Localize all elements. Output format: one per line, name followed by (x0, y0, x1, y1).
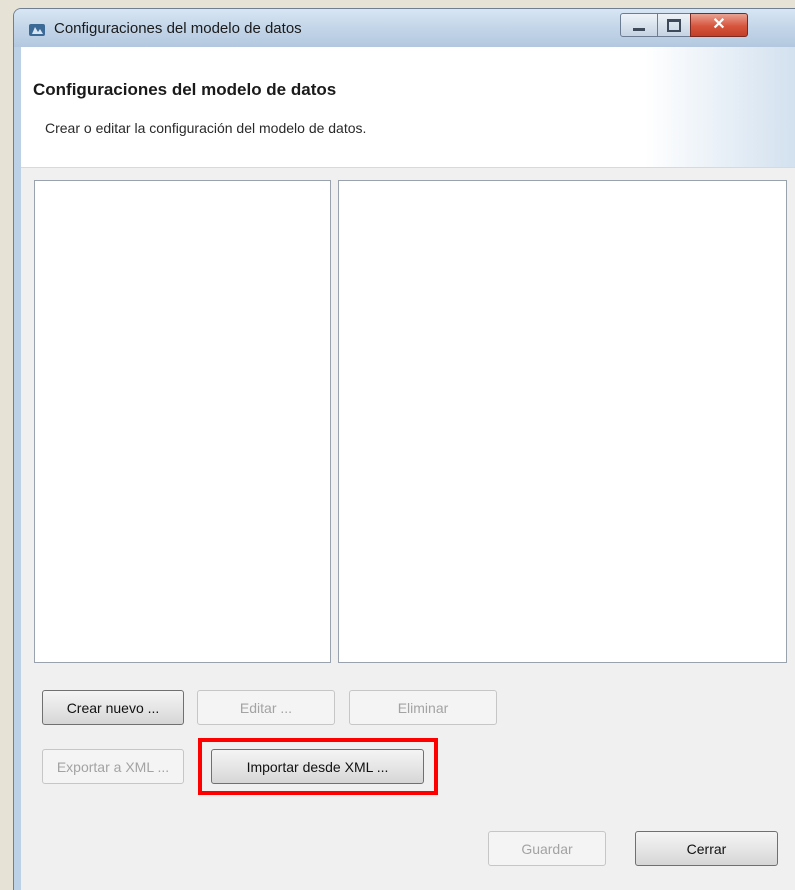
close-button[interactable]: Cerrar (635, 831, 778, 866)
save-button[interactable]: Guardar (488, 831, 606, 866)
app-icon (29, 24, 45, 36)
dialog-header: Configuraciones del modelo de datos Crea… (21, 47, 795, 168)
minimize-button[interactable] (620, 13, 658, 37)
maximize-button[interactable] (657, 13, 691, 37)
delete-button[interactable]: Eliminar (349, 690, 497, 725)
dialog-window: Configuraciones del modelo de datos ✕ Co… (13, 8, 795, 890)
highlight-box (198, 738, 438, 795)
export-xml-button[interactable]: Exportar a XML ... (42, 749, 184, 784)
configuration-details-panel[interactable] (338, 180, 787, 663)
edit-button[interactable]: Editar ... (197, 690, 335, 725)
window-title: Configuraciones del modelo de datos (54, 20, 302, 37)
maximize-icon (667, 18, 681, 32)
header-banner (645, 47, 795, 167)
close-window-button[interactable]: ✕ (690, 13, 748, 37)
page-description: Crear o editar la configuración del mode… (45, 120, 367, 136)
minimize-icon (633, 28, 645, 31)
title-bar[interactable]: Configuraciones del modelo de datos ✕ (14, 9, 795, 47)
close-icon: ✕ (712, 16, 726, 33)
dialog-body: Configuraciones del modelo de datos Crea… (21, 47, 795, 890)
create-new-button[interactable]: Crear nuevo ... (42, 690, 184, 725)
page-title: Configuraciones del modelo de datos (33, 80, 337, 99)
configurations-list[interactable] (34, 180, 331, 663)
